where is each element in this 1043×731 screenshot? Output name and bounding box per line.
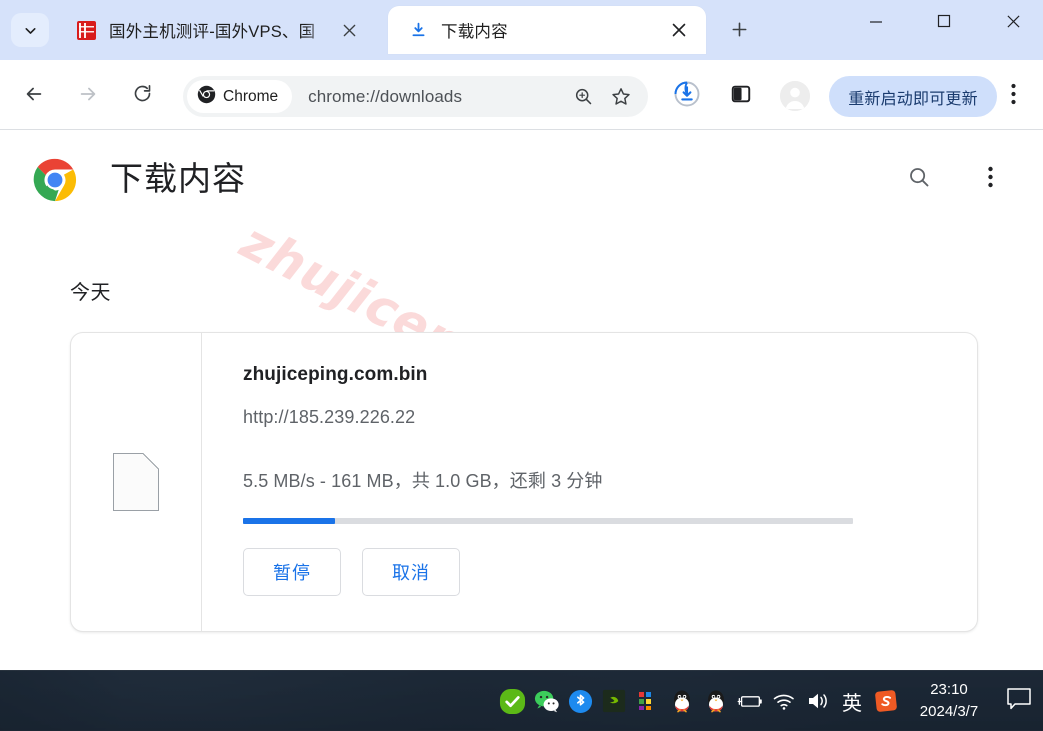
three-dots-vertical-icon <box>988 166 993 193</box>
clock-time: 23:10 <box>930 679 968 701</box>
generic-file-icon <box>113 453 159 511</box>
chrome-logo-icon <box>33 158 77 207</box>
notification-center-button[interactable] <box>995 671 1043 731</box>
color-grid-icon[interactable] <box>631 671 665 731</box>
wifi-icon[interactable] <box>767 671 801 731</box>
ime-indicator[interactable]: 英 <box>835 671 869 731</box>
reload-button[interactable] <box>124 78 160 114</box>
clock-date: 2024/3/7 <box>920 701 978 723</box>
system-tray: 英 23:10 2024/3/7 <box>495 671 1043 731</box>
wechat-icon[interactable] <box>529 671 563 731</box>
arrow-right-icon <box>77 83 99 110</box>
battery-icon[interactable] <box>733 671 767 731</box>
taskbar-clock[interactable]: 23:10 2024/3/7 <box>903 671 995 731</box>
red-site-favicon-icon <box>76 20 96 40</box>
downloads-toolbar-button[interactable] <box>669 78 705 114</box>
volume-icon[interactable] <box>801 671 835 731</box>
omnibox-chip-label: Chrome <box>223 88 278 106</box>
chrome-browser-window: 国外主机测评-国外VPS、国 下载内容 <box>0 0 1043 670</box>
omnibox-chrome-chip[interactable]: Chrome <box>187 80 292 113</box>
file-icon-column <box>71 333 202 631</box>
page-search-button[interactable] <box>901 161 937 197</box>
qq-penguin-icon-2[interactable] <box>699 671 733 731</box>
download-source-url[interactable]: http://185.239.226.22 <box>243 407 415 428</box>
cancel-button[interactable]: 取消 <box>362 548 460 596</box>
avatar-icon <box>780 81 810 111</box>
omnibox-url-text[interactable]: chrome://downloads <box>308 87 568 107</box>
download-file-name[interactable]: zhujiceping.com.bin <box>243 364 428 386</box>
browser-menu-button[interactable] <box>997 78 1029 114</box>
download-icon <box>408 20 428 40</box>
profile-avatar-button[interactable] <box>777 78 813 114</box>
tab-active-downloads[interactable]: 下载内容 <box>388 6 706 54</box>
nvidia-icon[interactable] <box>597 671 631 731</box>
download-status-text: 5.5 MB/s - 161 MB，共 1.0 GB，还剩 3 分钟 <box>243 467 603 493</box>
zoom-in-icon[interactable] <box>568 82 598 112</box>
reload-icon <box>132 83 153 109</box>
window-minimize-button[interactable] <box>845 0 907 47</box>
window-close-button[interactable] <box>982 0 1043 47</box>
side-panel-icon <box>730 83 752 110</box>
forward-button[interactable] <box>70 78 106 114</box>
chrome-logo-mono-icon <box>197 85 216 109</box>
three-dots-vertical-icon <box>1011 83 1016 110</box>
tab-strip: 国外主机测评-国外VPS、国 下载内容 <box>0 0 1043 60</box>
tab-title: 国外主机测评-国外VPS、国 <box>109 18 331 42</box>
maximize-icon <box>937 14 951 33</box>
qq-penguin-icon[interactable] <box>665 671 699 731</box>
tab-inactive[interactable]: 国外主机测评-国外VPS、国 <box>56 6 376 54</box>
new-tab-button[interactable] <box>722 17 756 47</box>
search-icon <box>907 165 931 194</box>
download-progress-bar <box>243 518 853 524</box>
bluetooth-icon[interactable] <box>563 671 597 731</box>
side-panel-button[interactable] <box>723 78 759 114</box>
minimize-icon <box>868 15 884 33</box>
restart-to-update-button[interactable]: 重新启动即可更新 <box>829 76 997 117</box>
close-icon <box>1006 14 1021 34</box>
tab-search-button[interactable] <box>11 13 49 47</box>
window-maximize-button[interactable] <box>913 0 975 47</box>
tab-close-icon[interactable] <box>668 19 690 41</box>
download-item-card: zhujiceping.com.bin http://185.239.226.2… <box>70 332 978 632</box>
tab-title: 下载内容 <box>441 18 508 42</box>
tab-close-icon[interactable] <box>338 19 360 41</box>
date-group-heading: 今天 <box>70 276 111 305</box>
download-progress-fill <box>243 518 335 524</box>
green-check-icon[interactable] <box>495 671 529 731</box>
page-title: 下载内容 <box>110 152 246 200</box>
download-card-body: zhujiceping.com.bin http://185.239.226.2… <box>202 333 977 631</box>
ime-label: 英 <box>842 687 862 716</box>
omnibox[interactable]: Chrome chrome://downloads <box>183 76 648 117</box>
download-actions: 暂停 取消 <box>243 548 460 596</box>
sogou-icon[interactable] <box>869 671 903 731</box>
star-icon[interactable] <box>606 82 636 112</box>
windows-taskbar: 英 23:10 2024/3/7 <box>0 670 1043 730</box>
page-menu-button[interactable] <box>974 161 1006 197</box>
chevron-down-icon <box>22 22 39 39</box>
download-progress-icon <box>673 80 701 113</box>
update-label: 重新启动即可更新 <box>848 85 978 109</box>
arrow-left-icon <box>23 83 45 110</box>
plus-icon <box>730 20 749 44</box>
notification-icon <box>1006 687 1032 716</box>
pause-button[interactable]: 暂停 <box>243 548 341 596</box>
back-button[interactable] <box>16 78 52 114</box>
